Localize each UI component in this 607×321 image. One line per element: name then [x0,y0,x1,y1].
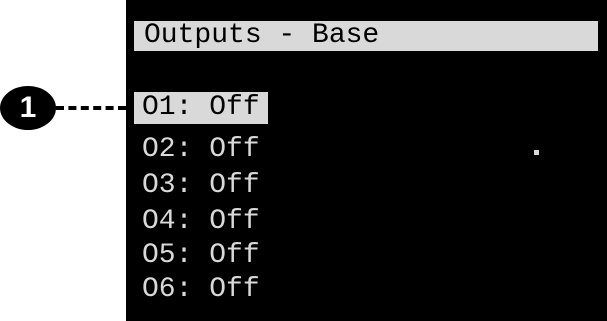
output-item-o2[interactable]: O2: Off [134,134,268,166]
lcd-screen: Outputs - Base O1: Off O2: Off O3: Off O… [126,0,607,321]
callout-leader-line [56,106,126,110]
output-item-o4[interactable]: O4: Off [134,206,268,238]
callout-badge: 1 [0,86,56,130]
output-item-o1[interactable]: O1: Off [134,92,268,124]
title-bar: Outputs - Base [134,21,598,51]
screen-title: Outputs - Base [144,20,380,51]
output-item-o6[interactable]: O6: Off [134,274,268,306]
output-item-o3[interactable]: O3: Off [134,170,268,202]
output-item-o5[interactable]: O5: Off [134,240,268,272]
pixel-dot [534,150,539,155]
